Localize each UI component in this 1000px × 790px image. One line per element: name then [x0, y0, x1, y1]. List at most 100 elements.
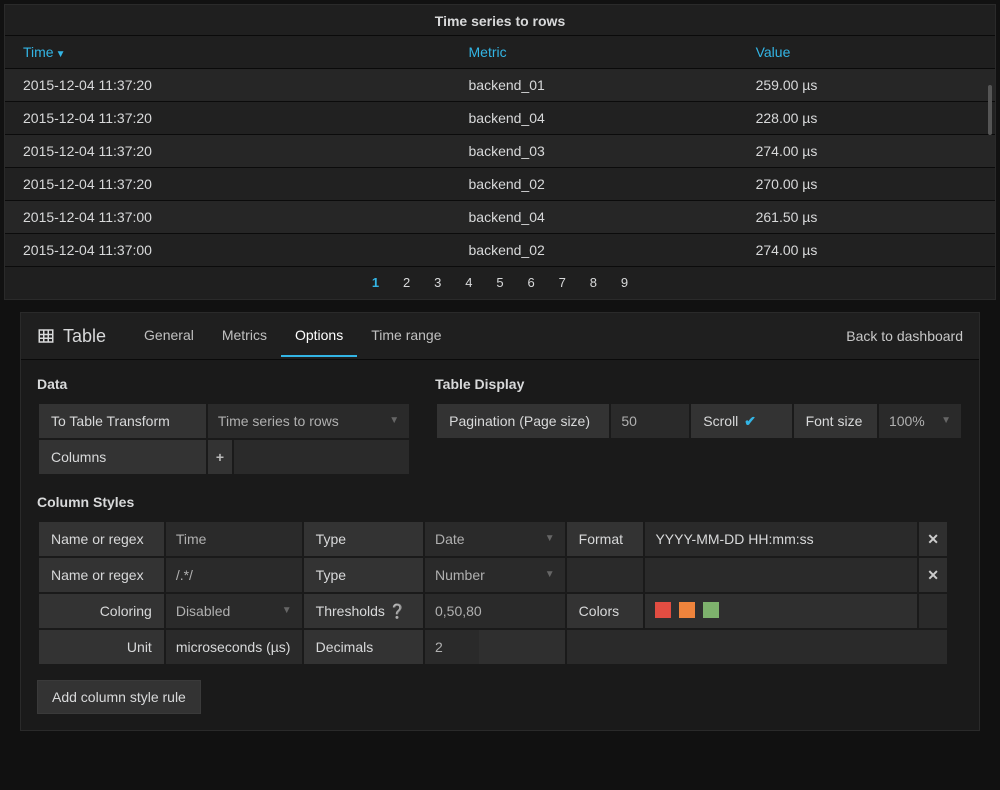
font-size-label: Font size	[794, 404, 877, 438]
cell-value: 274.00 µs	[738, 234, 995, 267]
columns-value[interactable]	[234, 440, 409, 474]
table-icon	[37, 327, 55, 345]
display-form: Pagination (Page size) 50 Scroll ✔	[435, 402, 963, 440]
cell-metric: backend_03	[451, 135, 738, 168]
editor-tabs: General Metrics Options Time range	[130, 315, 846, 357]
panel-type-label: Table	[63, 326, 106, 347]
type-label: Type	[304, 558, 423, 592]
cell-time: 2015-12-04 11:37:00	[5, 201, 451, 234]
data-table: Time▼ Metric Value 2015-12-04 11:37:20 b…	[5, 35, 995, 267]
font-size-value: 100%	[889, 404, 925, 438]
coloring-select[interactable]: Disabled▼	[166, 594, 302, 628]
page-link[interactable]: 9	[611, 273, 638, 292]
chevron-down-icon: ▼	[389, 404, 399, 438]
data-section-title: Data	[37, 376, 411, 392]
column-header-value-label: Value	[756, 44, 791, 60]
cell-metric: backend_02	[451, 168, 738, 201]
page-link[interactable]: 7	[549, 273, 576, 292]
column-header-time[interactable]: Time▼	[5, 36, 451, 69]
panel-title: Time series to rows	[5, 5, 995, 35]
remove-rule-button[interactable]: ✕	[919, 522, 947, 556]
scroll-toggle[interactable]: Scroll ✔	[691, 404, 791, 438]
name-input[interactable]: /.*/	[166, 558, 302, 592]
cell-time: 2015-12-04 11:37:20	[5, 135, 451, 168]
page-link[interactable]: 1	[362, 273, 389, 292]
cell-value: 261.50 µs	[738, 201, 995, 234]
page-link[interactable]: 3	[424, 273, 451, 292]
color-swatches	[645, 594, 917, 628]
tab-general[interactable]: General	[130, 315, 208, 357]
cell-metric: backend_02	[451, 234, 738, 267]
pagination: 1 2 3 4 5 6 7 8 9	[5, 267, 995, 296]
page-link[interactable]: 2	[393, 273, 420, 292]
add-column-style-rule-button[interactable]: Add column style rule	[37, 680, 201, 714]
table-row: 2015-12-04 11:37:20 backend_03 274.00 µs	[5, 135, 995, 168]
table-row: 2015-12-04 11:37:20 backend_01 259.00 µs	[5, 69, 995, 102]
transform-select[interactable]: Time series to rows ▼	[208, 404, 409, 438]
page-link[interactable]: 4	[455, 273, 482, 292]
page-link[interactable]: 5	[486, 273, 513, 292]
spacer	[645, 558, 917, 592]
cell-time: 2015-12-04 11:37:20	[5, 69, 451, 102]
thresholds-input[interactable]: 0,50,80	[425, 594, 565, 628]
font-size-select[interactable]: 100% ▼	[879, 404, 961, 438]
transform-value: Time series to rows	[218, 404, 339, 438]
spacer	[919, 594, 947, 628]
column-header-value[interactable]: Value	[738, 36, 995, 69]
table-row: 2015-12-04 11:37:00 backend_02 274.00 µs	[5, 234, 995, 267]
cell-metric: backend_01	[451, 69, 738, 102]
tab-options[interactable]: Options	[281, 315, 357, 357]
chevron-down-icon: ▼	[941, 404, 951, 438]
page-link[interactable]: 8	[580, 273, 607, 292]
scroll-label: Scroll	[703, 413, 738, 429]
decimals-label: Decimals	[304, 630, 423, 664]
panel-type[interactable]: Table	[37, 326, 106, 347]
pagination-label: Pagination (Page size)	[437, 404, 609, 438]
table-panel: Time series to rows Time▼ Metric Value 2…	[4, 4, 996, 300]
unit-input[interactable]: microseconds (µs)	[166, 630, 302, 664]
cell-value: 228.00 µs	[738, 102, 995, 135]
name-input[interactable]: Time	[166, 522, 302, 556]
colors-label: Colors	[567, 594, 644, 628]
cell-metric: backend_04	[451, 102, 738, 135]
column-styles-form: Name or regex Time Type Date▼ Format YYY…	[37, 520, 949, 666]
transform-label: To Table Transform	[39, 404, 206, 438]
format-input[interactable]: YYYY-MM-DD HH:mm:ss	[645, 522, 917, 556]
cell-value: 259.00 µs	[738, 69, 995, 102]
type-select[interactable]: Number▼	[425, 558, 565, 592]
column-header-metric-label: Metric	[469, 44, 507, 60]
table-row: 2015-12-04 11:37:00 backend_04 261.50 µs	[5, 201, 995, 234]
columns-label: Columns	[39, 440, 206, 474]
back-to-dashboard-link[interactable]: Back to dashboard	[846, 328, 963, 344]
help-icon[interactable]: ❔	[389, 603, 406, 619]
thresholds-label: Thresholds ❔	[304, 594, 423, 628]
chevron-down-icon: ▼	[545, 522, 555, 556]
check-icon: ✔	[744, 413, 756, 430]
color-swatch[interactable]	[703, 602, 719, 618]
chevron-down-icon: ▼	[545, 558, 555, 592]
column-header-metric[interactable]: Metric	[451, 36, 738, 69]
color-swatch[interactable]	[679, 602, 695, 618]
table-display-section: Table Display Pagination (Page size) 50 …	[435, 376, 963, 476]
type-label: Type	[304, 522, 423, 556]
cell-metric: backend_04	[451, 201, 738, 234]
pagination-input[interactable]: 50	[611, 404, 689, 438]
decimals-input[interactable]: 2	[425, 630, 479, 664]
editor-header: Table General Metrics Options Time range…	[21, 313, 979, 360]
spacer	[567, 630, 947, 664]
name-label: Name or regex	[39, 522, 164, 556]
color-swatch[interactable]	[655, 602, 671, 618]
chevron-down-icon: ▼	[282, 594, 292, 628]
remove-rule-button[interactable]: ✕	[919, 558, 947, 592]
add-column-button[interactable]: +	[208, 440, 232, 474]
scrollbar-thumb[interactable]	[988, 85, 992, 135]
editor-panel: Table General Metrics Options Time range…	[20, 312, 980, 731]
tab-metrics[interactable]: Metrics	[208, 315, 281, 357]
cell-time: 2015-12-04 11:37:00	[5, 234, 451, 267]
tab-time-range[interactable]: Time range	[357, 315, 455, 357]
column-header-time-label: Time	[23, 44, 54, 60]
sort-caret-icon: ▼	[56, 49, 66, 60]
page-link[interactable]: 6	[518, 273, 545, 292]
type-select[interactable]: Date▼	[425, 522, 565, 556]
name-label: Name or regex	[39, 558, 164, 592]
